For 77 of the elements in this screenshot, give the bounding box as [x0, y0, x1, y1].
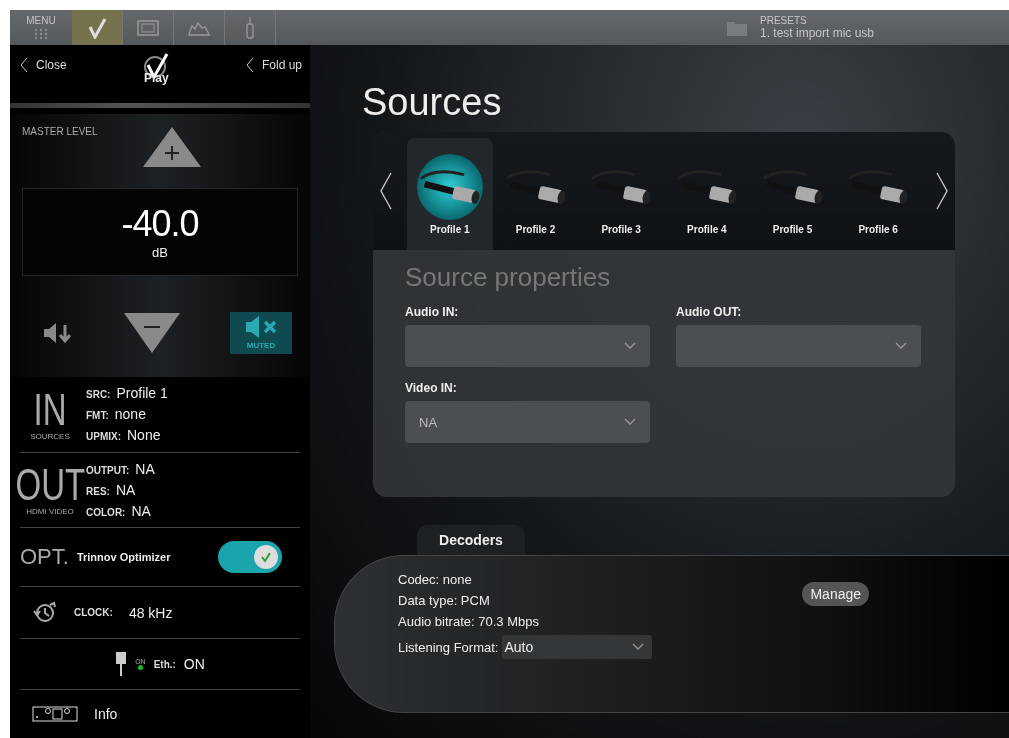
dropdown-field[interactable]: NA — [405, 401, 650, 443]
info-key: FMT: — [86, 410, 109, 422]
screen-icon — [137, 19, 159, 36]
grid-icon — [34, 28, 48, 40]
profile-tile[interactable]: Profile 3 — [578, 138, 664, 250]
presets-label: PRESETS — [760, 15, 808, 26]
profile-tile[interactable]: Profile 2 — [492, 138, 579, 250]
decoders-tab[interactable]: Decoders — [417, 525, 525, 555]
profile-tile[interactable]: Profile 4 — [664, 138, 750, 250]
decoder-info-text: Codec: none — [398, 572, 473, 587]
menu-button[interactable]: MENU — [10, 10, 72, 45]
checkmark-icon — [86, 16, 108, 39]
chevron-down-icon — [632, 643, 645, 651]
logo-text: Play — [144, 71, 169, 85]
info-value: none — [114, 406, 146, 423]
master-level-label: MASTER LEVEL — [22, 125, 99, 137]
speaker-muted-icon — [244, 315, 278, 340]
section-letters: IN — [33, 387, 67, 432]
ethernet-plug-icon — [115, 651, 128, 678]
profile-tile[interactable]: Profile 1 — [407, 138, 493, 250]
chevron-left-icon — [245, 57, 254, 73]
info-value: NA — [115, 481, 136, 498]
section-caption: SOURCES — [30, 431, 70, 441]
mute-button[interactable]: MUTED — [230, 311, 292, 354]
chevron-down-icon — [895, 342, 907, 350]
chevron-left-icon — [20, 57, 28, 73]
volume-unit: dB — [152, 245, 168, 261]
info-key: SRC: — [86, 389, 111, 401]
fold-up-link[interactable]: Fold up — [245, 57, 302, 73]
info-key: OUTPUT: — [86, 464, 130, 476]
info-key: COLOR: — [86, 506, 126, 518]
page-title: Sources — [362, 81, 503, 124]
info-value: ON — [183, 656, 205, 673]
info-value: NA — [131, 502, 151, 519]
checkmark-icon — [260, 551, 272, 564]
volume-down-button[interactable] — [123, 311, 181, 354]
field-label: Listening Format: — [398, 639, 499, 655]
section-letters: OUT — [15, 463, 85, 508]
section-title: Source properties — [405, 262, 612, 293]
dropdown-field[interactable] — [676, 325, 921, 367]
field-label: Video IN: — [405, 381, 458, 395]
volume-value: -40.0 — [121, 203, 199, 246]
profile-tile[interactable]: Profile 6 — [835, 138, 922, 250]
optimizer-label: Trinnov Optimizer — [76, 551, 172, 564]
decoder-info-text: Audio bitrate: 70.3 Mbps — [398, 614, 540, 629]
chevron-down-icon — [624, 418, 636, 426]
listening-format-dropdown[interactable]: Auto — [502, 635, 653, 659]
microphone-icon — [245, 15, 255, 40]
info-value: NA — [135, 460, 155, 477]
chevron-right-icon[interactable] — [935, 171, 949, 211]
section-letters: OPT. — [20, 544, 69, 571]
info-key: Eth.: — [153, 658, 176, 670]
info-value: Profile 1 — [116, 385, 168, 402]
clock-sync-icon — [32, 600, 58, 625]
profile-tile[interactable]: Profile 5 — [749, 138, 836, 250]
chevron-left-icon[interactable] — [379, 171, 393, 211]
close-link[interactable]: Close — [20, 57, 67, 73]
manage-button[interactable]: Manage — [802, 582, 870, 606]
optimizer-toggle[interactable] — [218, 541, 282, 574]
info-key: CLOCK: — [74, 607, 113, 619]
info-value: None — [127, 427, 161, 444]
section-caption: HDMI VIDEO — [26, 507, 74, 517]
info-value: 48 kHz — [128, 604, 173, 621]
status-dot — [137, 665, 143, 671]
field-label: Audio IN: — [405, 305, 460, 319]
toolbar-tab[interactable] — [72, 10, 123, 45]
device-icon — [32, 706, 78, 723]
volume-down-speaker-icon[interactable] — [42, 320, 74, 345]
decoder-info-text: Data type: PCM — [398, 593, 491, 608]
info-key: RES: — [86, 485, 110, 497]
preset-name[interactable]: 1. test import mic usb — [760, 26, 875, 40]
info-link[interactable]: Info — [94, 706, 118, 723]
chevron-down-icon — [624, 342, 636, 350]
dropdown-field[interactable] — [405, 325, 650, 367]
volume-up-button[interactable] — [142, 125, 202, 168]
field-label: Audio OUT: — [676, 305, 743, 319]
info-key: UPMIX: — [86, 431, 121, 443]
